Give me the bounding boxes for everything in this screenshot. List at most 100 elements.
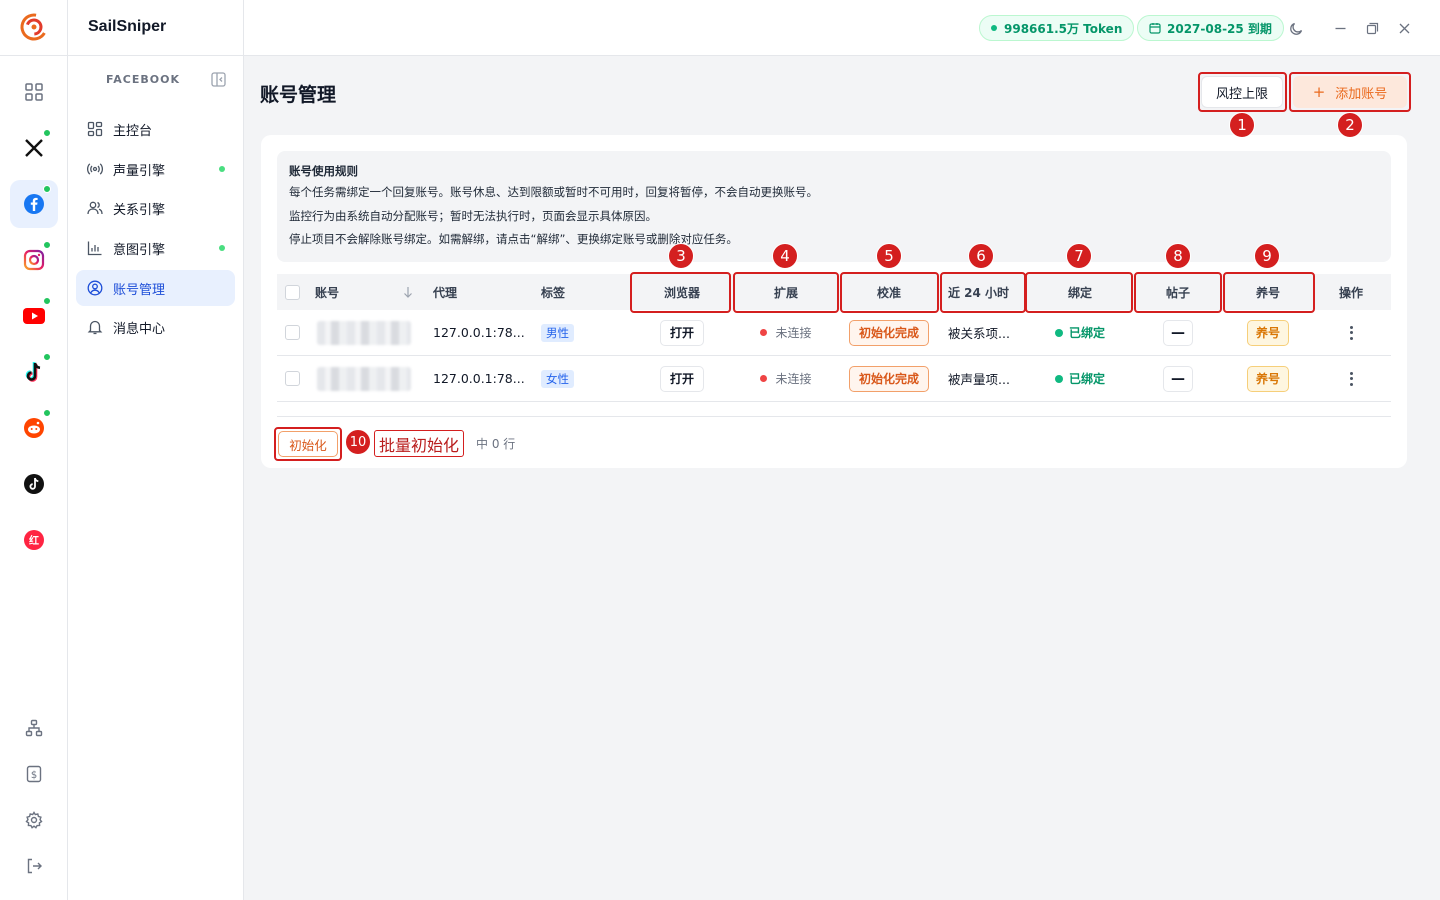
tiktok-shop-icon[interactable] (10, 460, 58, 508)
select-all-checkbox[interactable] (285, 274, 300, 310)
top-bar: 998661.5万 Token 2027-08-25 到期 (244, 0, 1440, 56)
sidebar-item-message-center[interactable]: 消息中心 (76, 309, 235, 345)
status-dot (991, 25, 997, 31)
dashboard-grid-icon[interactable] (10, 68, 58, 116)
col-account[interactable]: 账号 (315, 274, 339, 310)
status-dot (219, 166, 225, 172)
sidebar-item-volume-engine[interactable]: 声量引擎 (76, 151, 235, 187)
dashboard-icon (87, 121, 103, 137)
org-chart-icon[interactable] (22, 716, 46, 740)
restore-window-icon[interactable] (1363, 19, 1381, 37)
close-window-icon[interactable] (1395, 19, 1413, 37)
sidebar-item-intent-engine[interactable]: 意图引擎 (76, 230, 235, 266)
secondary-sidebar: SailSniper FACEBOOK 主控台 声量引擎 关系引擎 意图引擎 账… (68, 0, 244, 900)
expiry-badge[interactable]: 2027-08-25 到期 (1137, 15, 1284, 41)
gender-tag: 女性 (541, 356, 574, 401)
xiaohongshu-platform-icon[interactable]: 红 (10, 516, 58, 564)
annotation-box-2 (1289, 72, 1411, 112)
tiktok-platform-icon[interactable] (10, 348, 58, 396)
usage-rules-panel: 账号使用规则 每个任务需绑定一个回复账号。账号休息、达到限额或暂时不可用时，回复… (277, 151, 1391, 262)
annotation-box-7 (1025, 272, 1133, 313)
sort-icon[interactable] (403, 274, 413, 310)
sidebar-item-dashboard[interactable]: 主控台 (76, 111, 235, 147)
bar-chart-icon (87, 241, 102, 256)
sidebar-section-title: FACEBOOK (106, 73, 180, 86)
annotation-number-6: 6 (968, 243, 994, 269)
row-checkbox[interactable] (285, 310, 300, 355)
annotation-box-6 (940, 272, 1026, 313)
sidebar-item-account-management[interactable]: 账号管理 (76, 270, 235, 306)
binding-status: 已绑定 (1027, 356, 1133, 401)
table-row[interactable]: 127.0.0.1:78... 女性 打开 未连接 初始化完成 被声量项... … (277, 356, 1391, 402)
facebook-platform-icon[interactable] (10, 180, 58, 228)
annotation-number-10: 10 (345, 429, 371, 455)
settings-gear-icon[interactable] (22, 808, 46, 832)
sidebar-item-label: 声量引擎 (113, 163, 166, 179)
annotation-number-4: 4 (772, 243, 798, 269)
account-name-blurred (317, 310, 411, 355)
table-row[interactable]: 127.0.0.1:78... 男性 打开 未连接 初始化完成 被关系项... … (277, 310, 1391, 356)
annotation-label-10: 批量初始化 (374, 430, 465, 457)
annotation-box-8 (1134, 272, 1222, 313)
annotation-box-9 (1223, 272, 1315, 313)
youtube-platform-icon[interactable] (10, 292, 58, 340)
annotation-number-2: 2 (1337, 112, 1363, 138)
open-browser-button[interactable]: 打开 (631, 356, 733, 401)
row-checkbox[interactable] (285, 356, 300, 401)
annotation-box-3 (630, 272, 731, 313)
annotation-number-8: 8 (1165, 243, 1191, 269)
rules-line: 监控行为由系统自动分配账号；暂时无法执行时，页面会显示具体原因。 (289, 208, 657, 223)
col-proxy: 代理 (433, 285, 458, 300)
token-balance-text: 998661.5万 Token (1004, 21, 1123, 36)
users-icon (87, 201, 103, 215)
annotation-number-7: 7 (1066, 243, 1092, 269)
rules-line: 每个任务需绑定一个回复账号。账号休息、达到限额或暂时不可用时，回复将暂停，不会自… (289, 185, 818, 199)
calendar-icon (1149, 23, 1161, 34)
svg-text:$: $ (31, 770, 37, 781)
last-24h-cell: 被关系项... (948, 326, 1010, 341)
binding-status: 已绑定 (1027, 310, 1133, 355)
more-actions-icon[interactable] (1327, 356, 1375, 401)
calibration-badge[interactable]: 初始化完成 (839, 356, 939, 401)
app-rail: 红 $ (0, 0, 68, 900)
rules-line: 停止项目不会解除账号绑定。如需解绑，请点击“解绑”、更换绑定账号或删除对应任务。 (289, 232, 738, 246)
more-actions-icon[interactable] (1327, 310, 1375, 355)
nurture-button[interactable]: 养号 (1224, 310, 1312, 355)
sailsniper-logo-icon (20, 13, 48, 41)
annotation-number-3: 3 (668, 243, 694, 269)
open-browser-button[interactable]: 打开 (631, 310, 733, 355)
status-dot (219, 245, 225, 251)
reddit-platform-icon[interactable] (10, 404, 58, 452)
calibration-badge[interactable]: 初始化完成 (839, 310, 939, 355)
annotation-box-10 (274, 427, 342, 461)
extension-status: 未连接 (735, 356, 837, 401)
token-balance-badge[interactable]: 998661.5万 Token (979, 15, 1135, 41)
account-name-blurred (317, 356, 411, 401)
annotation-box-1 (1198, 72, 1287, 112)
col-tag: 标签 (541, 285, 566, 300)
col-actions: 操作 (1338, 285, 1363, 300)
x-platform-icon[interactable] (10, 124, 58, 172)
sidebar-item-relation-engine[interactable]: 关系引擎 (76, 190, 235, 226)
rules-title: 账号使用规则 (289, 164, 358, 178)
annotation-number-1: 1 (1229, 112, 1255, 138)
billing-icon[interactable]: $ (22, 762, 46, 786)
sidebar-item-label: 主控台 (113, 123, 153, 139)
annotation-box-5 (840, 272, 939, 313)
posts-button[interactable]: — (1135, 356, 1221, 401)
instagram-platform-icon[interactable] (10, 236, 58, 284)
user-circle-icon (87, 280, 103, 296)
page-title: 账号管理 (260, 84, 337, 106)
dark-mode-moon-icon[interactable] (1287, 19, 1305, 37)
proxy-cell: 127.0.0.1:78... (433, 371, 525, 386)
broadcast-icon (87, 163, 103, 175)
logout-icon[interactable] (22, 854, 46, 878)
nurture-button[interactable]: 养号 (1224, 356, 1312, 401)
collapse-sidebar-icon[interactable] (211, 72, 226, 87)
expiry-text: 2027-08-25 到期 (1167, 21, 1272, 36)
minimize-window-icon[interactable] (1331, 19, 1349, 37)
gender-tag: 男性 (541, 310, 574, 355)
app-name: SailSniper (88, 18, 167, 35)
posts-button[interactable]: — (1135, 310, 1221, 355)
bell-icon (87, 320, 103, 335)
